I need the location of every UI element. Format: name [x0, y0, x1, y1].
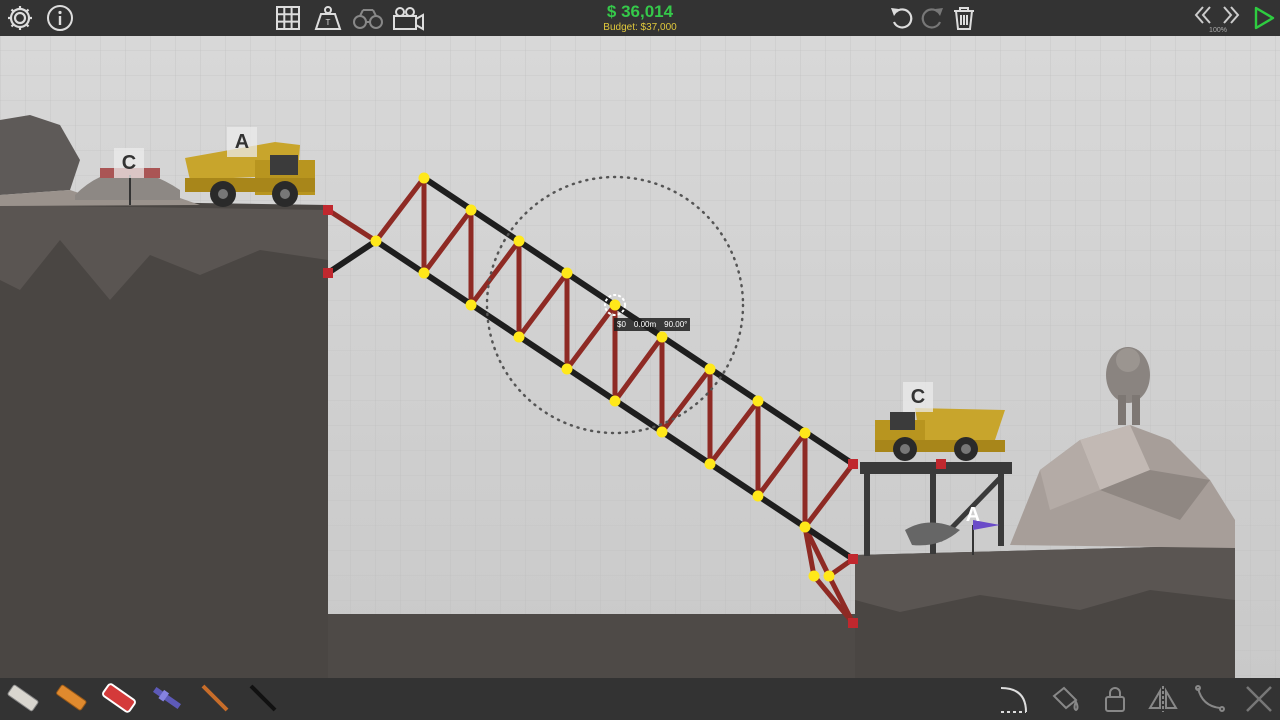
- truck-label-left: A: [227, 127, 257, 157]
- canyon-floor: [328, 614, 858, 678]
- anchor-point[interactable]: [848, 459, 858, 469]
- top-toolbar: T $ 36,014 Budget: $37,000 100%: [0, 0, 1280, 36]
- bridge-joint[interactable]: [370, 235, 382, 247]
- anchor-point[interactable]: [323, 268, 333, 278]
- curve-road-icon[interactable]: [996, 683, 1034, 715]
- mirror-icon[interactable]: [1144, 683, 1182, 715]
- bridge-joint[interactable]: [704, 363, 716, 375]
- checkpoint-label-left: C: [114, 148, 144, 178]
- bridge-joint[interactable]: [465, 204, 477, 216]
- truck-label-right: C: [903, 382, 933, 412]
- bridge-joint[interactable]: [465, 299, 477, 311]
- segment-tooltip: $0 0.00m 90.00°: [614, 318, 691, 331]
- weight-icon[interactable]: T: [312, 3, 344, 33]
- bridge-joint[interactable]: [656, 426, 668, 438]
- bridge-joint[interactable]: [799, 427, 811, 439]
- paint-icon[interactable]: [1046, 683, 1084, 715]
- bridge-joint[interactable]: [609, 299, 621, 311]
- bridge-joint[interactable]: [704, 458, 716, 470]
- fast-forward-icon[interactable]: [1218, 2, 1244, 28]
- money-remaining: $ 36,014: [606, 2, 674, 21]
- budget-total: Budget: $37,000: [603, 22, 677, 33]
- bridge-joint[interactable]: [799, 521, 811, 533]
- material-rope[interactable]: [194, 682, 236, 714]
- bridge-joint[interactable]: [823, 570, 835, 582]
- anchor-point[interactable]: [848, 554, 858, 564]
- camera-icon[interactable]: [390, 3, 426, 33]
- anchor-point[interactable]: [848, 618, 858, 628]
- bridge-joint[interactable]: [609, 395, 621, 407]
- trash-icon[interactable]: [948, 3, 980, 33]
- tooltip-length: 0.00m: [633, 320, 657, 329]
- gear-icon[interactable]: [4, 3, 36, 33]
- bridge-joint[interactable]: [561, 363, 573, 375]
- close-selection-icon[interactable]: [1240, 683, 1278, 715]
- info-icon[interactable]: [44, 3, 76, 33]
- checkpoint-label-right: A: [965, 504, 981, 526]
- material-steel[interactable]: [242, 682, 284, 714]
- bridge-joint[interactable]: [561, 267, 573, 279]
- bridge-joint[interactable]: [752, 490, 764, 502]
- redo-icon[interactable]: [916, 3, 948, 33]
- speed-label: 100%: [1209, 27, 1227, 34]
- bottom-toolbar: [0, 678, 1280, 720]
- material-reinforced-road[interactable]: [98, 682, 140, 714]
- material-wood[interactable]: [50, 682, 92, 714]
- grid-icon[interactable]: [272, 3, 304, 33]
- bridge-joint[interactable]: [418, 267, 430, 279]
- svg-text:T: T: [326, 18, 331, 27]
- game-viewport[interactable]: A C C A $0 0.00m 90.00°: [0, 0, 1280, 720]
- tooltip-angle: 90.00°: [664, 320, 688, 329]
- lock-icon[interactable]: [1096, 683, 1134, 715]
- bridge-joint[interactable]: [418, 172, 430, 184]
- binoculars-icon[interactable]: [350, 3, 386, 33]
- material-hydraulic[interactable]: [146, 682, 188, 714]
- play-icon[interactable]: [1248, 3, 1278, 33]
- budget-display: $ 36,014 Budget: $37,000: [560, 2, 720, 34]
- split-joint-icon[interactable]: [1192, 683, 1230, 715]
- material-road[interactable]: [2, 682, 44, 714]
- undo-icon[interactable]: [886, 3, 918, 33]
- bridge-joint[interactable]: [752, 395, 764, 407]
- bridge-joint[interactable]: [513, 331, 525, 343]
- bridge-joint[interactable]: [656, 331, 668, 343]
- tooltip-cost: $0: [617, 320, 626, 329]
- anchor-point[interactable]: [323, 205, 333, 215]
- bridge-joint[interactable]: [808, 570, 820, 582]
- rewind-icon[interactable]: [1190, 2, 1216, 28]
- bridge-joint[interactable]: [513, 235, 525, 247]
- anchor-point[interactable]: [936, 459, 946, 469]
